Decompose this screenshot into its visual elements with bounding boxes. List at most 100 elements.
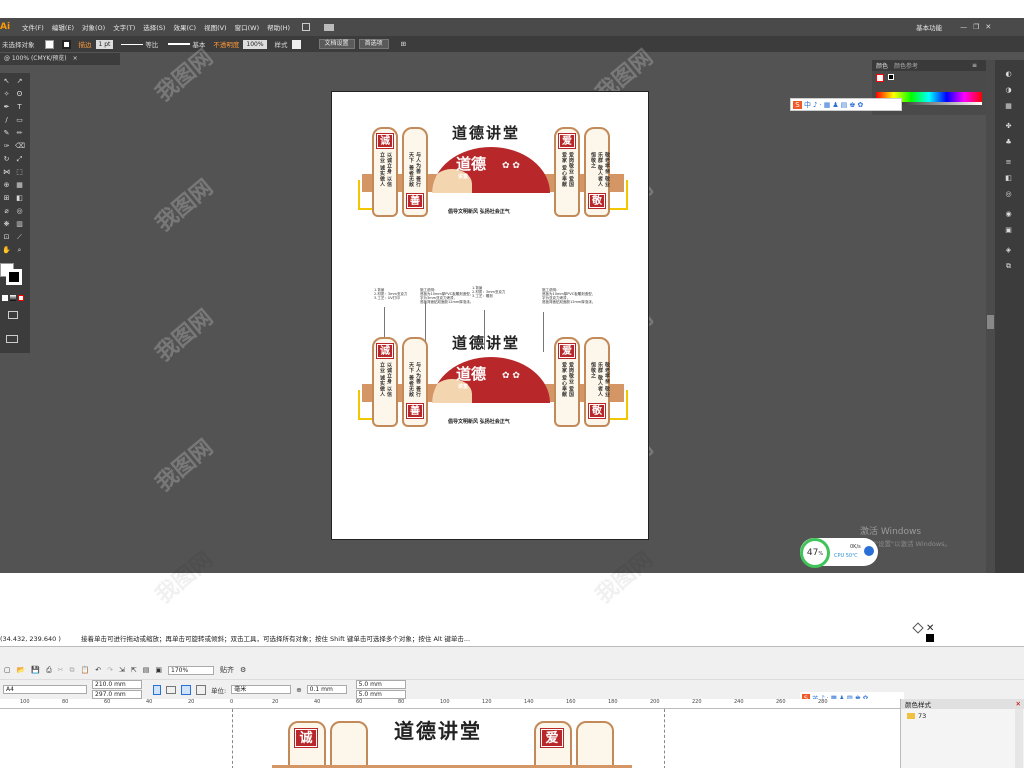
cut-icon[interactable]: ✂ — [58, 666, 64, 674]
stroke-color-box[interactable] — [6, 269, 22, 285]
minimize-icon[interactable]: — — [960, 23, 967, 31]
gradient-tool-icon[interactable]: ◧ — [15, 194, 24, 203]
color-mode-icon[interactable] — [2, 295, 8, 301]
menu-window[interactable]: 窗口(W) — [231, 22, 264, 32]
ime-grid-icon[interactable]: ▤ — [841, 101, 848, 109]
nudge-distance-field[interactable]: 0.1 mm — [306, 685, 347, 694]
page-width-field[interactable]: 210.0 mm — [92, 680, 142, 689]
rectangle-tool-icon[interactable]: ▭ — [15, 116, 24, 125]
design-top[interactable]: 道德讲堂 诚 善 爱 敬 以诚立身 以信立业 诚实做人 与人为善 善行天下 善者… — [352, 122, 632, 222]
ime-skin-icon[interactable]: ♚ — [849, 101, 855, 109]
scroll-thumb[interactable] — [987, 315, 994, 329]
restore-icon[interactable]: ❐ — [973, 23, 979, 31]
type-tool-icon[interactable]: T — [15, 103, 24, 112]
color-guide-tab[interactable]: 颜色参考 — [894, 61, 918, 70]
symbol-sprayer-icon[interactable]: ❋ — [2, 220, 11, 229]
app-launcher-icon[interactable]: ▤ — [143, 666, 150, 674]
menu-effect[interactable]: 效果(C) — [169, 22, 200, 32]
artboard[interactable]: 道德讲堂 诚 善 爱 敬 以诚立身 以信立业 诚实做人 与人为善 善行天下 善者… — [331, 91, 649, 540]
system-monitor-widget[interactable]: 47% 0K/s CPU 50℃ — [800, 538, 878, 568]
menu-object[interactable]: 对象(O) — [78, 22, 109, 32]
all-pages-icon[interactable] — [181, 684, 191, 695]
docker-item-label[interactable]: 73 — [918, 712, 926, 720]
blend-tool-icon[interactable]: ◎ — [15, 207, 24, 216]
transparency-icon[interactable]: ◎ — [1004, 190, 1013, 199]
docker-close-icon[interactable]: ✕ — [1016, 700, 1021, 708]
page-size-select[interactable]: A4 — [3, 685, 87, 694]
column-graph-icon[interactable]: ▥ — [15, 220, 24, 229]
print-icon[interactable]: ⎙ — [46, 666, 52, 675]
color-guide-icon[interactable]: ◑ — [1004, 86, 1013, 95]
pencil-icon[interactable]: ✏ — [15, 129, 24, 138]
hand-tool-icon[interactable]: ✋ — [2, 246, 11, 255]
ime-moon-icon[interactable]: ♪ — [813, 101, 817, 109]
save-icon[interactable]: 💾 — [31, 666, 40, 674]
workspace-switcher[interactable]: 基本功能 — [912, 22, 946, 32]
menu-select[interactable]: 选择(S) — [139, 22, 169, 32]
menu-help[interactable]: 帮助(H) — [263, 22, 294, 32]
ime-punct-icon[interactable]: · — [819, 101, 821, 109]
dup-y-field[interactable]: 5.0 mm — [355, 690, 406, 699]
preferences-button[interactable]: 首选项 — [358, 39, 389, 49]
free-transform-icon[interactable]: ⬚ — [15, 168, 24, 177]
appearance-icon[interactable]: ◉ — [1004, 210, 1013, 219]
welcome-icon[interactable]: ▣ — [155, 666, 162, 674]
menu-view[interactable]: 视图(V) — [200, 22, 231, 32]
close-icon[interactable]: ✕ — [985, 23, 991, 31]
ime-keyboard-icon[interactable]: ▦ — [824, 101, 831, 109]
artboard-tool-icon[interactable]: ⊡ — [2, 233, 11, 242]
dup-x-field[interactable]: 5.0 mm — [355, 680, 406, 689]
ime-lang[interactable]: 中 — [804, 100, 811, 110]
snap-to-dropdown[interactable]: 贴齐 — [220, 665, 234, 675]
menu-edit[interactable]: 编辑(E) — [48, 22, 78, 32]
new-doc-icon[interactable]: ▢ — [4, 666, 11, 674]
tab-close-icon[interactable]: × — [73, 55, 78, 62]
ime-toolbar[interactable]: S 中 ♪ · ▦ ♟ ▤ ♚ ✿ — [790, 98, 902, 111]
fill-swatch[interactable] — [44, 39, 54, 49]
paste-icon[interactable]: 📋 — [81, 666, 90, 674]
memory-usage-gauge[interactable]: 47% — [800, 538, 830, 568]
redo-icon[interactable]: ↷ — [107, 666, 113, 674]
landscape-icon[interactable] — [166, 685, 176, 694]
portrait-icon[interactable] — [153, 684, 161, 695]
shape-builder-icon[interactable]: ⊕ — [2, 181, 11, 190]
ime-user-icon[interactable]: ♟ — [832, 101, 838, 109]
gradient-panel-icon[interactable]: ◧ — [1004, 174, 1013, 183]
perspective-grid-icon[interactable]: ▦ — [15, 181, 24, 190]
line-tool-icon[interactable]: / — [2, 116, 11, 125]
menu-file[interactable]: 文件(F) — [18, 22, 48, 32]
menu-type[interactable]: 文字(T) — [109, 22, 139, 32]
style-swatch[interactable] — [291, 39, 301, 49]
open-icon[interactable]: 📂 — [17, 666, 26, 674]
profile-dropdown[interactable]: 等比 — [121, 39, 158, 49]
blob-brush-icon[interactable]: ✑ — [2, 142, 11, 151]
direct-selection-tool-icon[interactable]: ↗ — [15, 77, 24, 86]
opacity-field[interactable]: 100% — [243, 39, 267, 49]
zoom-level-field[interactable]: 170% — [168, 665, 215, 675]
opacity-label[interactable]: 不透明度 — [213, 39, 239, 49]
rotate-tool-icon[interactable]: ↻ — [2, 155, 11, 164]
layers-icon[interactable]: ◈ — [1004, 246, 1013, 255]
eraser-icon[interactable]: ⌫ — [15, 142, 25, 151]
align-icon[interactable]: ⊞ — [401, 40, 406, 48]
symbols-icon[interactable]: ♣ — [1004, 138, 1013, 147]
mesh-tool-icon[interactable]: ⊞ — [2, 194, 11, 203]
draw-mode-icon[interactable] — [8, 311, 18, 319]
ime-logo-icon[interactable]: S — [793, 100, 802, 109]
lasso-icon[interactable]: ʘ — [15, 90, 24, 99]
options-icon[interactable]: ⚙ — [240, 666, 246, 674]
units-select[interactable]: 毫米 — [231, 685, 292, 694]
design-zoomed[interactable]: 诚 爱 道德讲堂 — [272, 717, 632, 768]
stroke-label[interactable]: 描边 — [79, 39, 92, 49]
copy-icon[interactable]: ⧉ — [70, 666, 75, 675]
zoom-tool-icon[interactable]: ⌕ — [15, 246, 24, 255]
docker-scrollbar[interactable] — [1015, 709, 1023, 768]
page-height-field[interactable]: 297.0 mm — [92, 690, 142, 699]
color-fill-chip[interactable] — [876, 74, 884, 82]
vertical-scrollbar[interactable] — [986, 60, 995, 573]
import-icon[interactable]: ⇲ — [119, 666, 125, 674]
width-tool-icon[interactable]: ⋈ — [2, 168, 11, 177]
arrange-docs-icon[interactable] — [324, 23, 335, 31]
speed-boost-icon[interactable] — [864, 546, 874, 556]
ime-settings-icon[interactable]: ✿ — [858, 101, 864, 109]
